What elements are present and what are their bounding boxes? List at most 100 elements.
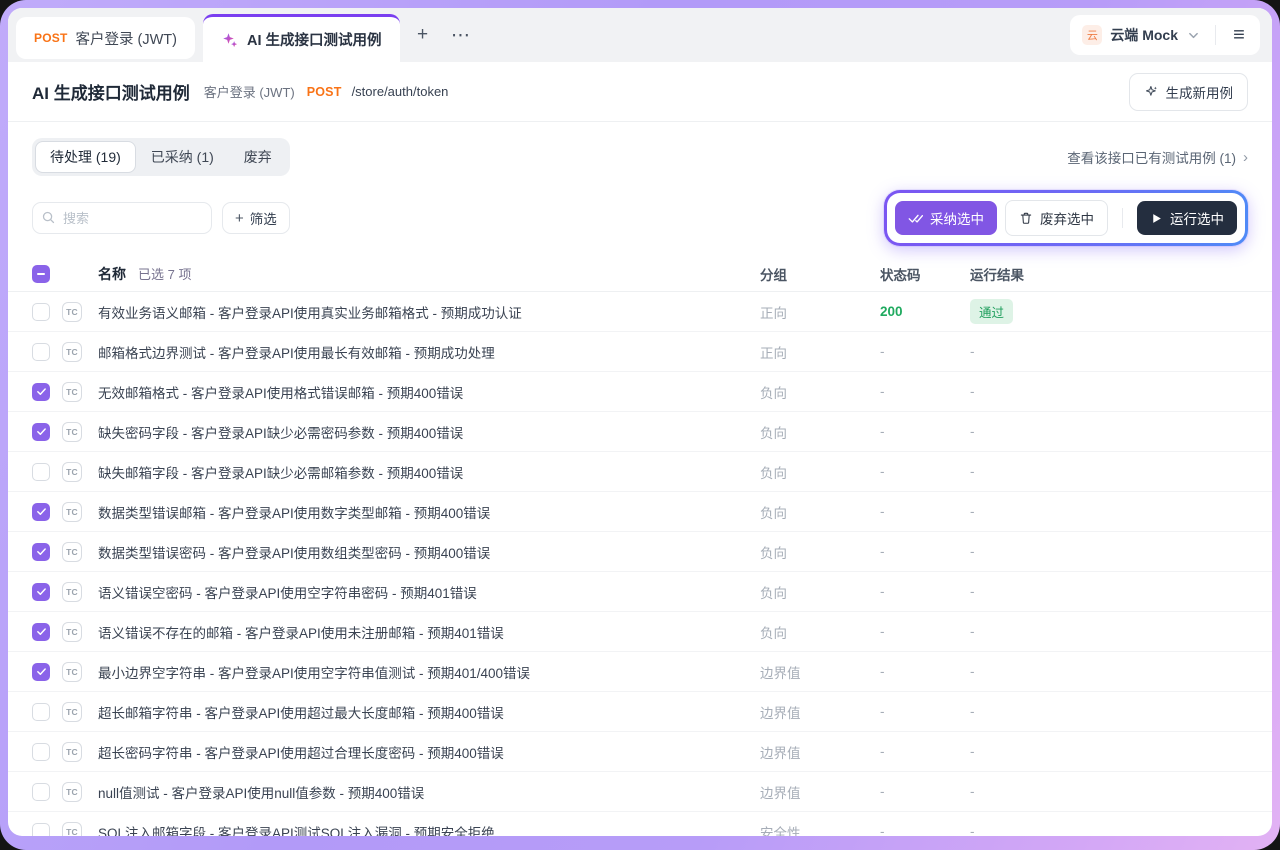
test-case-icon: TC	[62, 502, 82, 522]
row-checkbox[interactable]	[32, 703, 50, 721]
tab-api-request[interactable]: POST 客户登录 (JWT)	[16, 17, 195, 59]
case-status: -	[880, 464, 970, 479]
case-result: -	[970, 624, 975, 639]
case-group: 正向	[760, 302, 880, 322]
row-checkbox[interactable]	[32, 543, 50, 561]
case-result: -	[970, 464, 975, 479]
filter-tab-discarded[interactable]: 废弃	[229, 141, 287, 173]
test-case-icon: TC	[62, 422, 82, 442]
bulk-actions-group: 采纳选中 废弃选中 运行选中	[887, 193, 1245, 243]
case-result: -	[970, 544, 975, 559]
case-result: -	[970, 824, 975, 836]
table-row[interactable]: TC 语义错误空密码 - 客户登录API使用空字符串密码 - 预期401错误 负…	[8, 572, 1272, 612]
case-name: SQL注入邮箱字段 - 客户登录API测试SQL注入漏洞 - 预期安全拒绝	[98, 822, 760, 837]
table-row[interactable]: TC 语义错误不存在的邮箱 - 客户登录API使用未注册邮箱 - 预期401错误…	[8, 612, 1272, 652]
bulk-actions-highlight: 采纳选中 废弃选中 运行选中	[884, 190, 1248, 246]
plus-icon: +	[235, 210, 244, 227]
case-status: -	[880, 544, 970, 559]
select-all-checkbox[interactable]	[32, 265, 50, 283]
toolbar-left: + 筛选	[32, 202, 290, 234]
row-checkbox[interactable]	[32, 583, 50, 601]
filter-row: 待处理 (19) 已采纳 (1) 废弃 查看该接口已有测试用例 (1) ›	[8, 122, 1272, 176]
table-row[interactable]: TC SQL注入邮箱字段 - 客户登录API测试SQL注入漏洞 - 预期安全拒绝…	[8, 812, 1272, 836]
row-checkbox[interactable]	[32, 663, 50, 681]
case-status: -	[880, 504, 970, 519]
tab-method-label: POST	[34, 31, 67, 45]
filter-button[interactable]: + 筛选	[222, 202, 290, 234]
table-row[interactable]: TC 缺失密码字段 - 客户登录API缺少必需密码参数 - 预期400错误 负向…	[8, 412, 1272, 452]
tab-ai-test-cases[interactable]: AI 生成接口测试用例	[203, 14, 400, 62]
row-checkbox[interactable]	[32, 823, 50, 837]
magic-sparkle-icon	[1144, 84, 1159, 99]
filter-tab-pending[interactable]: 待处理 (19)	[35, 141, 136, 173]
page-title: AI 生成接口测试用例	[32, 79, 190, 104]
more-tabs-button[interactable]: ⋯	[446, 20, 476, 50]
table-row[interactable]: TC 超长密码字符串 - 客户登录API使用超过合理长度密码 - 预期400错误…	[8, 732, 1272, 772]
mock-env-selector[interactable]: 云 云端 Mock	[1080, 25, 1209, 45]
env-menu-group: 云 云端 Mock ≡	[1070, 15, 1260, 55]
table-row[interactable]: TC 缺失邮箱字段 - 客户登录API缺少必需邮箱参数 - 预期400错误 负向…	[8, 452, 1272, 492]
case-name: 有效业务语义邮箱 - 客户登录API使用真实业务邮箱格式 - 预期成功认证	[98, 302, 760, 322]
view-existing-cases-link[interactable]: 查看该接口已有测试用例 (1) ›	[1067, 147, 1248, 167]
test-case-icon: TC	[62, 702, 82, 722]
table-row[interactable]: TC 数据类型错误密码 - 客户登录API使用数组类型密码 - 预期400错误 …	[8, 532, 1272, 572]
discard-button-label: 废弃选中	[1040, 208, 1094, 228]
search-icon	[41, 210, 56, 225]
row-checkbox[interactable]	[32, 503, 50, 521]
row-checkbox[interactable]	[32, 783, 50, 801]
case-group: 边界值	[760, 702, 880, 722]
row-checkbox[interactable]	[32, 743, 50, 761]
case-name: null值测试 - 客户登录API使用null值参数 - 预期400错误	[98, 782, 760, 802]
case-status: -	[880, 384, 970, 399]
check-icon	[36, 626, 47, 637]
table-row[interactable]: TC 最小边界空字符串 - 客户登录API使用空字符串值测试 - 预期401/4…	[8, 652, 1272, 692]
name-header-cell: 名称 已选 7 项	[98, 264, 760, 284]
case-name: 无效邮箱格式 - 客户登录API使用格式错误邮箱 - 预期400错误	[98, 382, 760, 402]
run-selected-button[interactable]: 运行选中	[1137, 201, 1237, 235]
case-status: -	[880, 744, 970, 759]
check-icon	[36, 586, 47, 597]
table-row[interactable]: TC 无效邮箱格式 - 客户登录API使用格式错误邮箱 - 预期400错误 负向…	[8, 372, 1272, 412]
case-group: 负向	[760, 422, 880, 442]
test-case-icon: TC	[62, 582, 82, 602]
case-result: -	[970, 584, 975, 599]
api-path: /store/auth/token	[352, 84, 449, 99]
menu-button[interactable]: ≡	[1222, 20, 1256, 50]
row-checkbox[interactable]	[32, 303, 50, 321]
test-case-icon: TC	[62, 542, 82, 562]
row-checkbox[interactable]	[32, 463, 50, 481]
table-row[interactable]: TC 超长邮箱字符串 - 客户登录API使用超过最大长度邮箱 - 预期400错误…	[8, 692, 1272, 732]
table-row[interactable]: TC 数据类型错误邮箱 - 客户登录API使用数字类型邮箱 - 预期400错误 …	[8, 492, 1272, 532]
double-check-icon	[908, 211, 923, 226]
case-status: -	[880, 664, 970, 679]
table-row[interactable]: TC null值测试 - 客户登录API使用null值参数 - 预期400错误 …	[8, 772, 1272, 812]
test-case-icon: TC	[62, 382, 82, 402]
discard-selected-button[interactable]: 废弃选中	[1005, 200, 1108, 236]
status-filter-tabs: 待处理 (19) 已采纳 (1) 废弃	[32, 138, 290, 176]
case-name: 缺失邮箱字段 - 客户登录API缺少必需邮箱参数 - 预期400错误	[98, 462, 760, 482]
table-row[interactable]: TC 邮箱格式边界测试 - 客户登录API使用最长有效邮箱 - 预期成功处理 正…	[8, 332, 1272, 372]
new-tab-button[interactable]: +	[408, 20, 438, 50]
case-group: 边界值	[760, 742, 880, 762]
search-input[interactable]	[32, 202, 212, 234]
case-name: 数据类型错误邮箱 - 客户登录API使用数字类型邮箱 - 预期400错误	[98, 502, 760, 522]
filter-tab-accepted[interactable]: 已采纳 (1)	[136, 141, 229, 173]
run-button-label: 运行选中	[1170, 208, 1224, 228]
table-row[interactable]: TC 有效业务语义邮箱 - 客户登录API使用真实业务邮箱格式 - 预期成功认证…	[8, 292, 1272, 332]
accept-selected-button[interactable]: 采纳选中	[895, 201, 997, 235]
row-checkbox[interactable]	[32, 623, 50, 641]
accept-button-label: 采纳选中	[930, 208, 984, 228]
status-column-header: 状态码	[880, 264, 970, 284]
row-checkbox[interactable]	[32, 383, 50, 401]
test-case-icon: TC	[62, 742, 82, 762]
case-status: -	[880, 704, 970, 719]
app-window: POST 客户登录 (JWT) AI 生成接口测试用例 + ⋯ 云	[8, 8, 1272, 836]
hamburger-icon: ≡	[1233, 25, 1245, 45]
generate-new-cases-button[interactable]: 生成新用例	[1129, 73, 1249, 111]
row-checkbox[interactable]	[32, 343, 50, 361]
case-group: 负向	[760, 382, 880, 402]
case-name: 语义错误空密码 - 客户登录API使用空字符串密码 - 预期401错误	[98, 582, 760, 602]
chevron-down-icon	[1188, 30, 1199, 41]
case-name: 语义错误不存在的邮箱 - 客户登录API使用未注册邮箱 - 预期401错误	[98, 622, 760, 642]
row-checkbox[interactable]	[32, 423, 50, 441]
